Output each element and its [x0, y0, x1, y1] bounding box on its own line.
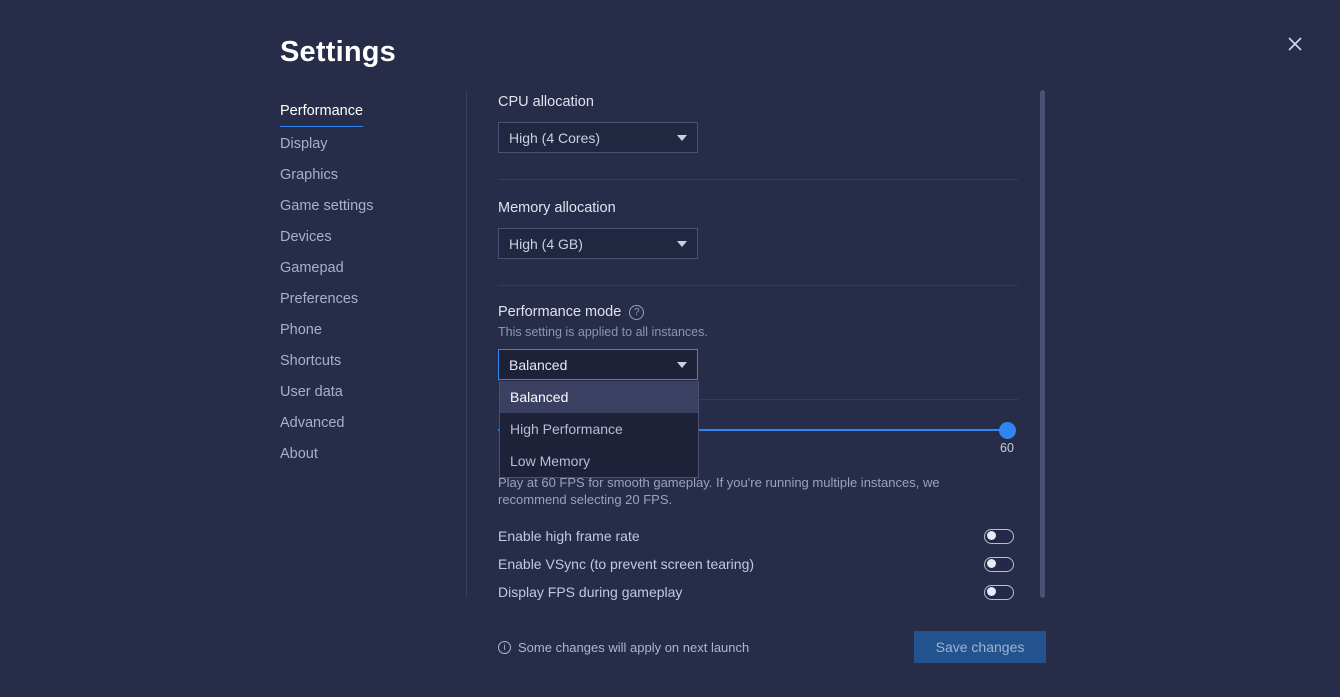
toggle-row-high-frame-rate: Enable high frame rate: [498, 522, 1014, 550]
footer-note: i Some changes will apply on next launch: [498, 640, 749, 655]
scrollbar-thumb[interactable]: [1040, 90, 1045, 598]
info-icon: i: [498, 640, 511, 654]
sidebar-row: User data: [280, 377, 450, 408]
sidebar-item-shortcuts[interactable]: Shortcuts: [280, 346, 341, 377]
sidebar-item-advanced[interactable]: Advanced: [280, 408, 345, 439]
toggle-row-display-fps: Display FPS during gameplay: [498, 578, 1014, 606]
chevron-down-icon: [677, 134, 687, 141]
cpu-allocation-select[interactable]: High (4 Cores): [498, 122, 698, 153]
memory-allocation-label: Memory allocation: [498, 200, 616, 216]
help-circle-icon[interactable]: ?: [629, 304, 645, 320]
recommended-fps-text: Play at 60 FPS for smooth gameplay. If y…: [498, 475, 940, 507]
close-icon: [1288, 37, 1302, 51]
fps-slider-thumb[interactable]: [999, 422, 1016, 439]
sidebar-row: Advanced: [280, 408, 450, 439]
save-changes-button[interactable]: Save changes: [914, 631, 1046, 663]
sidebar-item-game-settings[interactable]: Game settings: [280, 191, 374, 222]
toggle-row-vsync: Enable VSync (to prevent screen tearing): [498, 550, 1014, 578]
chevron-down-icon: [677, 240, 687, 247]
toggle-label: Enable high frame rate: [498, 528, 640, 544]
chevron-down-icon: [677, 361, 687, 368]
performance-mode-label-row: Performance mode ?: [498, 304, 1018, 320]
sidebar-item-phone[interactable]: Phone: [280, 315, 322, 346]
footer: i Some changes will apply on next launch…: [498, 630, 1046, 664]
sidebar: Performance Display Graphics Game settin…: [280, 98, 450, 470]
performance-mode-dropdown: Balanced High Performance Low Memory: [499, 381, 699, 478]
sidebar-row: Phone: [280, 315, 450, 346]
sidebar-item-performance[interactable]: Performance: [280, 98, 364, 127]
content-scrollbar[interactable]: [1040, 90, 1045, 598]
sidebar-row: Shortcuts: [280, 346, 450, 377]
sidebar-item-gamepad[interactable]: Gamepad: [280, 253, 344, 284]
sidebar-row: Preferences: [280, 284, 450, 315]
cpu-allocation-value: High (4 Cores): [509, 129, 601, 146]
sidebar-row: Gamepad: [280, 253, 450, 284]
performance-mode-description: This setting is applied to all instances…: [498, 325, 708, 339]
toggle-label: Enable VSync (to prevent screen tearing): [498, 556, 755, 572]
sidebar-row: Game settings: [280, 191, 450, 222]
sidebar-row: About: [280, 439, 450, 470]
sidebar-item-display[interactable]: Display: [280, 129, 328, 160]
high-frame-rate-toggle[interactable]: [984, 528, 1014, 544]
toggle-knob: [987, 559, 996, 569]
performance-mode-value: Balanced: [509, 356, 568, 373]
performance-mode-section: Performance mode ? This setting is appli…: [498, 286, 1018, 478]
sidebar-item-preferences[interactable]: Preferences: [280, 284, 358, 315]
dropdown-option-high-performance[interactable]: High Performance: [500, 413, 698, 445]
close-button[interactable]: [1281, 30, 1309, 58]
sidebar-row: Display: [280, 129, 450, 160]
sidebar-row: Graphics: [280, 160, 450, 191]
performance-mode-select[interactable]: Balanced Balanced High Performance Low M…: [498, 349, 699, 478]
toggle-label: Display FPS during gameplay: [498, 584, 683, 600]
sidebar-row: Performance: [280, 98, 450, 129]
sidebar-item-devices[interactable]: Devices: [280, 222, 332, 253]
toggle-knob: [987, 587, 996, 597]
dropdown-option-low-memory[interactable]: Low Memory: [500, 445, 698, 477]
sidebar-row: Devices: [280, 222, 450, 253]
memory-allocation-section: Memory allocation High (4 GB): [498, 180, 1018, 259]
sidebar-item-user-data[interactable]: User data: [280, 377, 343, 408]
sidebar-content-divider: [466, 90, 467, 598]
toggle-list: Enable high frame rate Enable VSync (to …: [498, 522, 1018, 606]
cpu-allocation-section: CPU allocation High (4 Cores): [498, 90, 1018, 153]
fps-slider-value: 60: [1000, 441, 1014, 455]
vsync-toggle[interactable]: [984, 556, 1014, 572]
memory-allocation-value: High (4 GB): [509, 235, 583, 252]
sidebar-item-graphics[interactable]: Graphics: [280, 160, 338, 191]
sidebar-item-about[interactable]: About: [280, 439, 318, 470]
settings-content: CPU allocation High (4 Cores) Memory all…: [498, 90, 1018, 600]
cpu-allocation-label: CPU allocation: [498, 94, 594, 110]
display-fps-toggle[interactable]: [984, 584, 1014, 600]
dropdown-option-balanced[interactable]: Balanced: [500, 381, 698, 413]
toggle-knob: [987, 531, 996, 541]
performance-mode-label: Performance mode: [498, 304, 622, 320]
footer-note-text: Some changes will apply on next launch: [518, 639, 750, 655]
memory-allocation-select[interactable]: High (4 GB): [498, 228, 698, 259]
settings-window: Settings Performance Display Graphics Ga…: [0, 0, 1340, 697]
page-title: Settings: [280, 36, 396, 68]
